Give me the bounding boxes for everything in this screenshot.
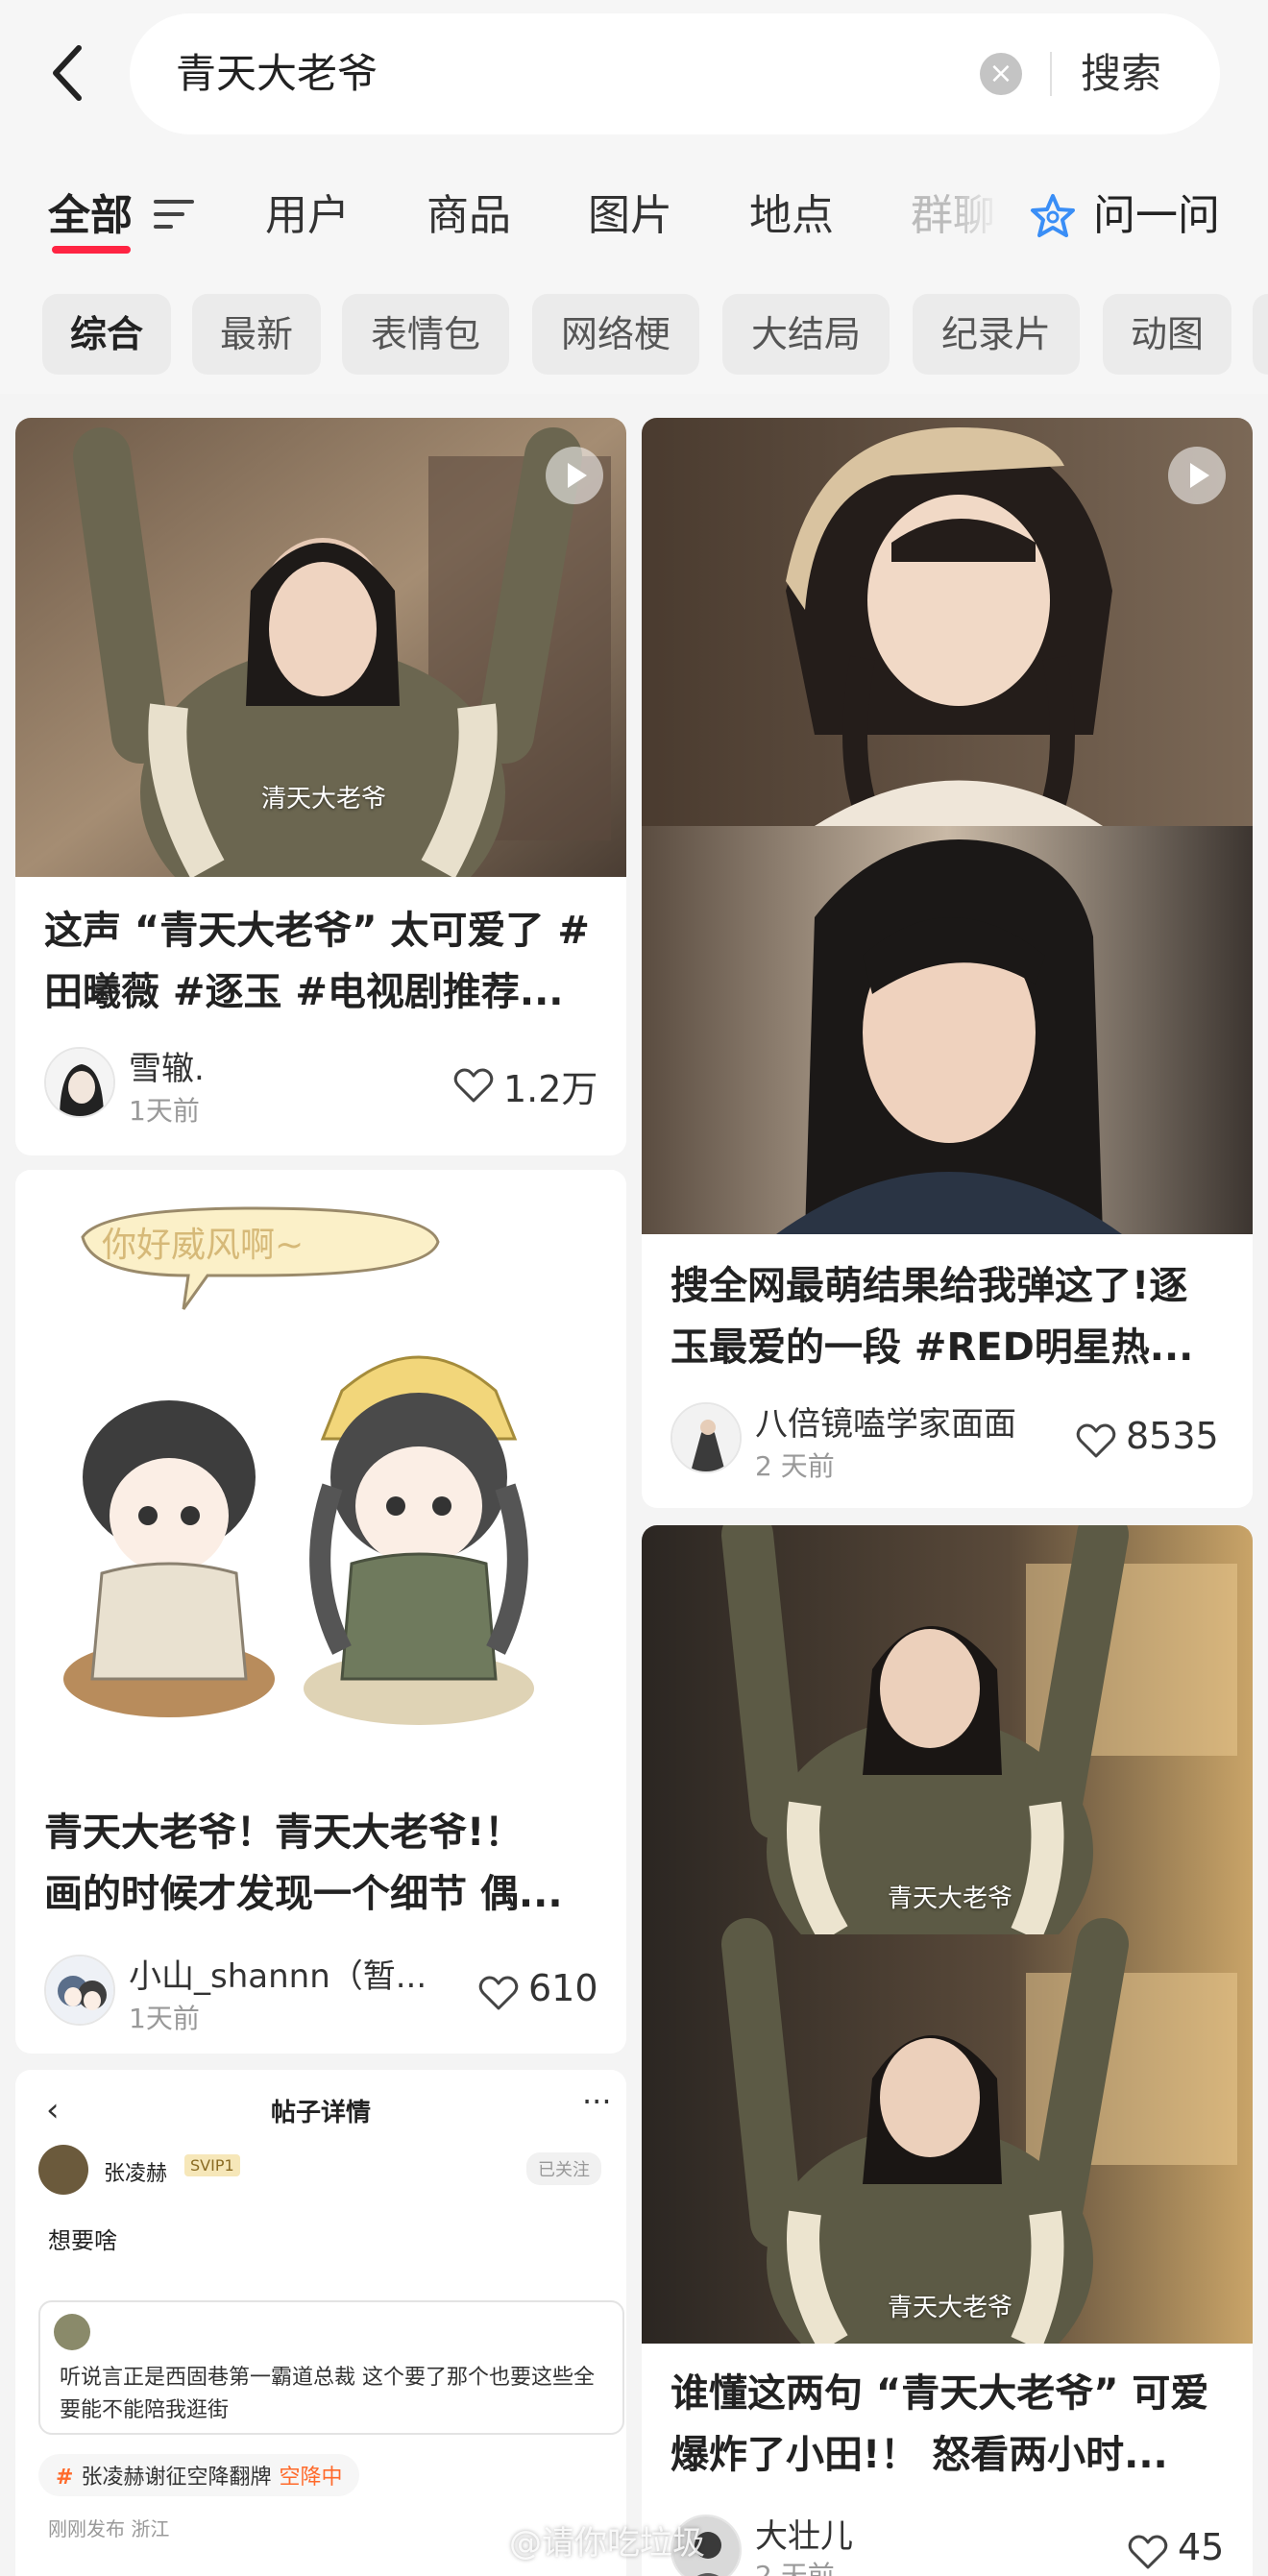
avatar [38, 2145, 88, 2195]
category-tabs: 全部 用户 商品 图片 地点 群聊 问一问 [0, 154, 1268, 279]
search-input[interactable]: 青天大老爷 × 搜索 [130, 13, 1220, 134]
feed-card[interactable]: ‹ 帖子详情 ··· 张凌赫 SVIP1 已关注 想要啥 听说言正是西固巷第一霸… [15, 2070, 626, 2576]
author-name[interactable]: 八倍镜嗑学家面面 [755, 1397, 1016, 1445]
card-title[interactable]: 青天大老爷！青天大老爷!！ 画的时候才发现一个细节 偶... [44, 1802, 563, 1925]
post-time: 1天前 [129, 2003, 200, 2034]
topic-name: 张凌赫谢征空降翻牌 [81, 2466, 272, 2490]
card-title-line: 玉最爱的一段 #RED明星热... [671, 1325, 1194, 1370]
feed-card[interactable]: 青天大老爷 青天大老爷 谁懂这两句 “青天大老爷” 可爱 爆炸了小田!！ 怒看两… [642, 1525, 1253, 2576]
feed-card[interactable]: 你好威风啊~ 青天大老爷！青天大老爷!！ 画的时候才发现一个细节 偶... 小山… [15, 1170, 626, 2054]
card-title-line: 青天大老爷！青天大老爷!！ [44, 1810, 524, 1855]
filter-chips: 综合 最新 表情包 网络梗 大结局 纪录片 动图 [0, 279, 1268, 394]
post-body: 想要啥 [48, 2227, 117, 2254]
ask-star-icon[interactable] [1028, 192, 1078, 242]
chip-latest[interactable]: 最新 [192, 294, 321, 375]
search-header: 青天大老爷 × 搜索 [0, 0, 1268, 154]
video-subtitle: 青天大老爷 [888, 2294, 1013, 2322]
heart-icon[interactable] [453, 1067, 494, 1104]
post-detail-title: 帖子详情 [270, 2099, 371, 2127]
search-query-text[interactable]: 青天大老爷 [176, 13, 378, 134]
avatar[interactable] [44, 1955, 115, 2026]
avatar[interactable] [44, 1047, 115, 1118]
topic-status: 空降中 [279, 2466, 343, 2490]
card-title-line: 谁懂这两句 “青天大老爷” 可爱 [671, 2371, 1209, 2416]
author-name[interactable]: 小山_shannn（暂... [129, 1950, 427, 1997]
post-meta: 刚刚发布 浙江 [48, 2517, 170, 2540]
chip-finale[interactable]: 大结局 [722, 294, 890, 375]
feed-card[interactable]: 清天大老爷 这声 “青天大老爷” 太可爱了 # 田曦薇 #逐玉 #电视剧推荐..… [15, 418, 626, 1155]
heart-icon[interactable] [1076, 1422, 1116, 1459]
card-title[interactable]: 搜全网最萌结果给我弹这了!逐 玉最爱的一段 #RED明星热... [671, 1255, 1193, 1378]
clear-icon[interactable]: × [980, 53, 1022, 95]
author-name[interactable]: 大壮儿 [755, 2510, 853, 2557]
active-tab-indicator [52, 246, 131, 254]
heart-icon[interactable] [478, 1975, 519, 2011]
author-name[interactable]: 雪辙. [129, 1042, 205, 1089]
video-subtitle: 青天大老爷 [888, 1884, 1013, 1913]
play-icon [1168, 447, 1226, 504]
video-thumbnail [642, 418, 1253, 1234]
card-title-line: 搜全网最萌结果给我弹这了!逐 [671, 1264, 1188, 1308]
chip-documentary[interactable]: 纪录片 [913, 294, 1080, 375]
feed-card[interactable]: 搜全网最萌结果给我弹这了!逐 玉最爱的一段 #RED明星热... 八倍镜嗑学家面… [642, 418, 1253, 1508]
card-title-line: 这声 “青天大老爷” 太可爱了 # [44, 909, 590, 953]
like-count: 8535 [1126, 1415, 1219, 1457]
tab-images[interactable]: 图片 [588, 182, 672, 250]
like-count: 1.2万 [503, 1068, 598, 1110]
tab-users[interactable]: 用户 [265, 182, 350, 250]
like-count: 45 [1178, 2526, 1225, 2568]
heart-icon[interactable] [1128, 2534, 1168, 2570]
tab-products[interactable]: 商品 [427, 182, 511, 250]
filter-icon[interactable] [154, 200, 194, 232]
card-title[interactable]: 这声 “青天大老爷” 太可爱了 # 田曦薇 #逐玉 #电视剧推荐... [44, 900, 590, 1023]
hash-icon: # [56, 2466, 74, 2490]
card-title-line: 田曦薇 #逐玉 #电视剧推荐... [44, 970, 564, 1014]
illustration-image: 你好威风啊~ [15, 1170, 626, 1775]
chip-gifs[interactable]: 动图 [1103, 294, 1231, 375]
quoted-text: 听说言正是西固巷第一霸道总裁 这个要了那个也要这些全要能不能陪我逛街 [60, 2366, 595, 2422]
play-icon [546, 447, 603, 504]
card-title-line: 爆炸了小田!！ 怒看两小时... [671, 2433, 1168, 2477]
chip-memes[interactable]: 网络梗 [532, 294, 699, 375]
video-thumbnail [642, 1525, 1253, 2344]
topic-tag: # 张凌赫谢征空降翻牌 空降中 [38, 2454, 360, 2496]
tab-fade [951, 173, 1018, 259]
tab-places[interactable]: 地点 [749, 182, 834, 250]
ask-button[interactable]: 问一问 [1093, 182, 1220, 250]
quoted-post: 听说言正是西固巷第一霸道总裁 这个要了那个也要这些全要能不能陪我逛街 [38, 2300, 624, 2435]
watermark-text: @请你吃垃圾 [509, 2524, 705, 2563]
follow-status: 已关注 [526, 2152, 601, 2185]
chip-comprehensive[interactable]: 综合 [42, 294, 171, 375]
post-time: 2 天前 [755, 1450, 835, 1482]
post-time: 1天前 [129, 1095, 200, 1127]
video-subtitle: 清天大老爷 [261, 785, 387, 814]
speech-bubble-text: 你好威风啊~ [102, 1226, 304, 1265]
card-title[interactable]: 谁懂这两句 “青天大老爷” 可爱 爆炸了小田!！ 怒看两小时... [671, 2363, 1208, 2486]
card-title-line: 画的时候才发现一个细节 偶... [44, 1872, 563, 1916]
more-icon: ··· [582, 2083, 612, 2120]
chip-stickers[interactable]: 表情包 [342, 294, 509, 375]
avatar [54, 2314, 90, 2350]
avatar[interactable] [671, 1402, 742, 1473]
chevron-left-icon[interactable] [38, 35, 96, 111]
divider [1050, 52, 1052, 96]
tab-all[interactable]: 全部 [48, 182, 133, 250]
chip-more[interactable] [1253, 294, 1268, 375]
post-time: 2 天前 [755, 2560, 835, 2576]
search-button[interactable]: 搜索 [1081, 13, 1161, 134]
vip-badge: SVIP1 [184, 2154, 240, 2176]
like-count: 610 [528, 1967, 598, 2009]
post-user-name: 张凌赫 [104, 2162, 168, 2186]
